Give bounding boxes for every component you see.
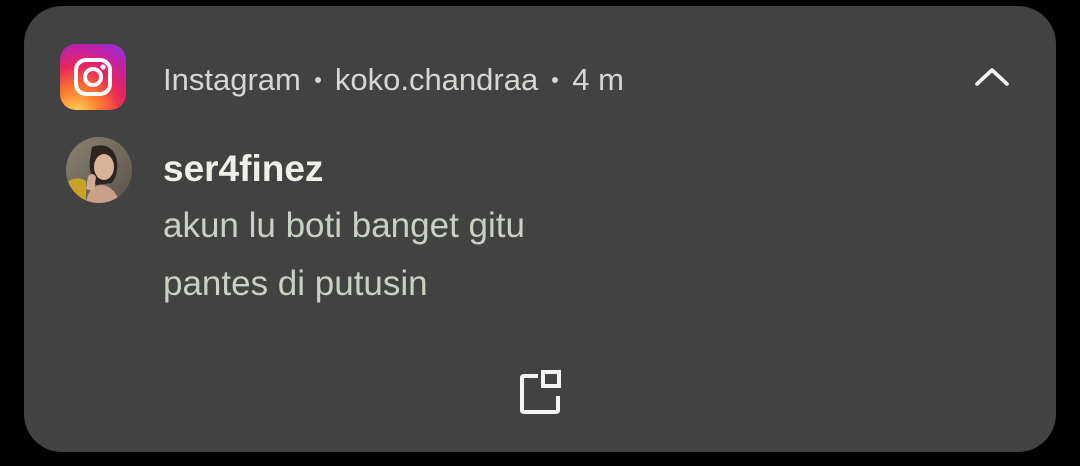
message-line: akun lu boti banget gitu [163, 206, 525, 245]
separator-dot [314, 77, 321, 83]
sender-name: ser4finez [163, 148, 324, 189]
app-name: Instagram [163, 62, 301, 97]
message-line: pantes di putusin [163, 264, 428, 303]
notification-header: Instagram koko.chandraa 4 m [163, 60, 624, 100]
user-avatar [66, 137, 132, 203]
chevron-up-icon [975, 68, 1009, 86]
separator-dot [552, 77, 559, 83]
notification-card[interactable]: Instagram koko.chandraa 4 m ser4finez ak… [24, 6, 1056, 452]
expand-button[interactable] [512, 362, 572, 422]
open-window-icon [520, 370, 561, 414]
collapse-button[interactable] [966, 54, 1018, 98]
instagram-icon [60, 44, 126, 110]
notification-time: 4 m [572, 62, 624, 97]
account-name: koko.chandraa [334, 62, 539, 97]
